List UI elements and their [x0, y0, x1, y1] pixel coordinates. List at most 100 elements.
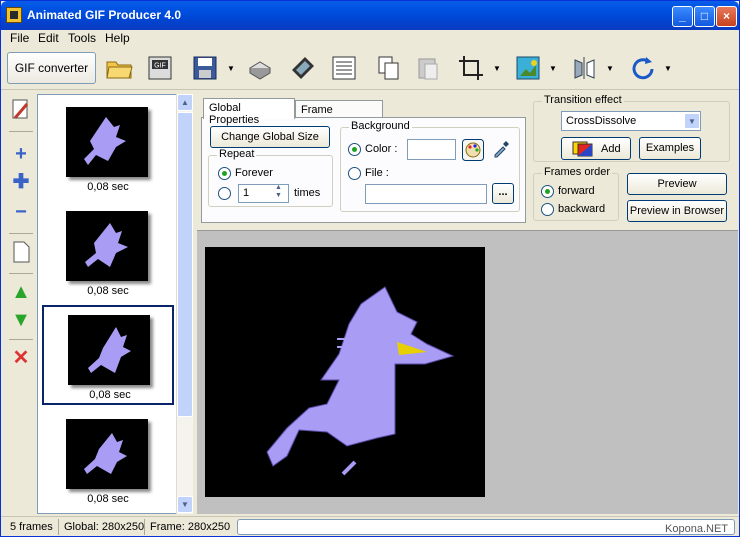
svg-text:GIF: GIF: [154, 63, 166, 70]
color-field[interactable]: [407, 139, 456, 160]
file-label: File :: [365, 167, 389, 179]
gif-icon[interactable]: GIF: [146, 54, 174, 82]
backward-radio[interactable]: [541, 203, 554, 216]
properties-tabs: Global Properties Frame Properties Chang…: [201, 98, 526, 223]
resize-icon[interactable]: [514, 54, 542, 82]
crop-icon[interactable]: [457, 54, 485, 82]
transition-select[interactable]: CrossDissolve ▼: [561, 111, 701, 131]
crop-dropdown-icon[interactable]: ▼: [493, 64, 501, 73]
eyedropper-icon[interactable]: [492, 140, 510, 158]
stepper-down-icon[interactable]: ▼: [275, 192, 282, 199]
frame-duration: 0,08 sec: [87, 493, 129, 505]
maximize-button[interactable]: □: [694, 6, 715, 27]
frame-image: [266, 286, 455, 476]
color-palette-icon[interactable]: [462, 139, 484, 161]
scroll-thumb[interactable]: [177, 112, 193, 417]
file-radio[interactable]: [348, 167, 361, 180]
color-radio[interactable]: [348, 143, 361, 156]
frame-item-selected[interactable]: 0,08 sec: [42, 305, 174, 405]
change-global-size-button[interactable]: Change Global Size: [210, 126, 330, 148]
background-group: Background Color : File : ...: [340, 120, 520, 212]
edit-frame-icon[interactable]: [9, 98, 33, 122]
browse-button[interactable]: ...: [492, 183, 514, 204]
frames-order-group: Frames order forward backward: [533, 166, 619, 221]
preview-in-browser-button[interactable]: Preview in Browser: [627, 200, 727, 222]
status-bar: 5 frames Global: 280x250 Frame: 280x250 …: [1, 516, 739, 536]
chevron-down-icon[interactable]: ▼: [684, 113, 700, 129]
backward-label: backward: [558, 203, 606, 215]
frame-item[interactable]: 0,08 sec: [42, 203, 174, 303]
delete-icon[interactable]: ✕: [9, 346, 33, 370]
scroll-down-icon[interactable]: ▼: [177, 496, 193, 513]
stepper-up-icon[interactable]: ▲: [275, 184, 282, 191]
times-radio[interactable]: [218, 187, 231, 200]
frames-panel: 0,08 sec 0,08 sec 0,08 sec 0,08 sec: [37, 94, 193, 514]
scroll-up-icon[interactable]: ▲: [177, 94, 193, 111]
forever-radio[interactable]: [218, 167, 231, 180]
menu-help[interactable]: Help: [105, 30, 130, 47]
frame-thumbnail: [66, 107, 148, 177]
window-title: Animated GIF Producer 4.0: [27, 8, 182, 22]
rotate-dropdown-icon[interactable]: ▼: [664, 64, 672, 73]
film-icon[interactable]: [289, 54, 317, 82]
frames-scrollbar[interactable]: ▲ ▼: [176, 94, 193, 514]
add-icon[interactable]: +: [9, 142, 33, 166]
global-size: Global: 280x250: [64, 521, 145, 533]
preview-area: [197, 230, 738, 514]
frame-count: 5 frames: [10, 521, 53, 533]
frame-canvas[interactable]: [205, 247, 485, 497]
global-properties-page: Change Global Size Repeat Forever 1 ▲ ▼ …: [201, 117, 526, 223]
flip-icon[interactable]: [571, 54, 599, 82]
watermark: Kopona.NET: [665, 523, 728, 535]
rotate-icon[interactable]: [629, 54, 657, 82]
progress-bar: Kopona.NET: [237, 519, 735, 535]
transition-label: Transition effect: [542, 94, 624, 106]
file-path-field[interactable]: [365, 184, 487, 204]
gif-converter-button[interactable]: GIF converter: [7, 52, 96, 84]
frame-tools: + ✚ − ▲ ▼ ✕: [7, 94, 35, 514]
move-up-icon[interactable]: ▲: [9, 280, 33, 304]
add-multiple-icon[interactable]: ✚: [9, 170, 33, 194]
transition-group: Transition effect CrossDissolve ▼ Add Ex…: [533, 94, 730, 162]
paste-icon[interactable]: [414, 54, 442, 82]
frame-thumbnail: [66, 419, 148, 489]
copy-icon[interactable]: [375, 54, 403, 82]
color-label: Color :: [365, 143, 398, 155]
open-folder-icon[interactable]: [105, 54, 133, 82]
print-icon[interactable]: [246, 54, 274, 82]
repeat-group: Repeat Forever 1 ▲ ▼ times: [208, 148, 333, 207]
frame-list-icon[interactable]: [330, 54, 358, 82]
repeat-label: Repeat: [217, 148, 257, 160]
menu-tools[interactable]: Tools: [68, 30, 96, 47]
close-button[interactable]: ×: [716, 6, 737, 27]
save-icon[interactable]: [191, 54, 219, 82]
frame-size: Frame: 280x250: [150, 521, 231, 533]
menu-edit[interactable]: Edit: [38, 30, 59, 47]
minimize-button[interactable]: _: [672, 6, 693, 27]
resize-dropdown-icon[interactable]: ▼: [549, 64, 557, 73]
move-down-icon[interactable]: ▼: [9, 308, 33, 332]
forward-radio[interactable]: [541, 185, 554, 198]
frames-order-label: Frames order: [542, 166, 613, 178]
add-transition-button[interactable]: Add: [561, 137, 631, 160]
frame-duration: 0,08 sec: [89, 389, 131, 401]
frame-duration: 0,08 sec: [87, 181, 129, 193]
tab-global-properties[interactable]: Global Properties: [203, 98, 295, 126]
new-frame-icon[interactable]: [9, 240, 33, 264]
remove-icon[interactable]: −: [9, 200, 33, 224]
save-dropdown-icon[interactable]: ▼: [227, 64, 235, 73]
title-bar[interactable]: Animated GIF Producer 4.0 _ □ ×: [1, 1, 739, 30]
times-stepper[interactable]: 1 ▲ ▼: [238, 184, 289, 203]
frame-item[interactable]: 0,08 sec: [42, 99, 174, 199]
forward-label: forward: [558, 185, 595, 197]
frame-duration: 0,08 sec: [87, 285, 129, 297]
frame-item[interactable]: 0,08 sec: [42, 411, 174, 511]
times-label: times: [294, 187, 321, 199]
preview-button[interactable]: Preview: [627, 173, 727, 195]
frame-thumbnail: [66, 211, 148, 281]
flip-dropdown-icon[interactable]: ▼: [606, 64, 614, 73]
examples-button[interactable]: Examples: [639, 137, 701, 160]
menu-file[interactable]: File: [10, 30, 29, 47]
main-window: Animated GIF Producer 4.0 _ □ × File Edi…: [0, 0, 740, 537]
toolbar: GIF converter GIF ▼ ▼ ▼ ▼ ▼: [1, 48, 739, 90]
